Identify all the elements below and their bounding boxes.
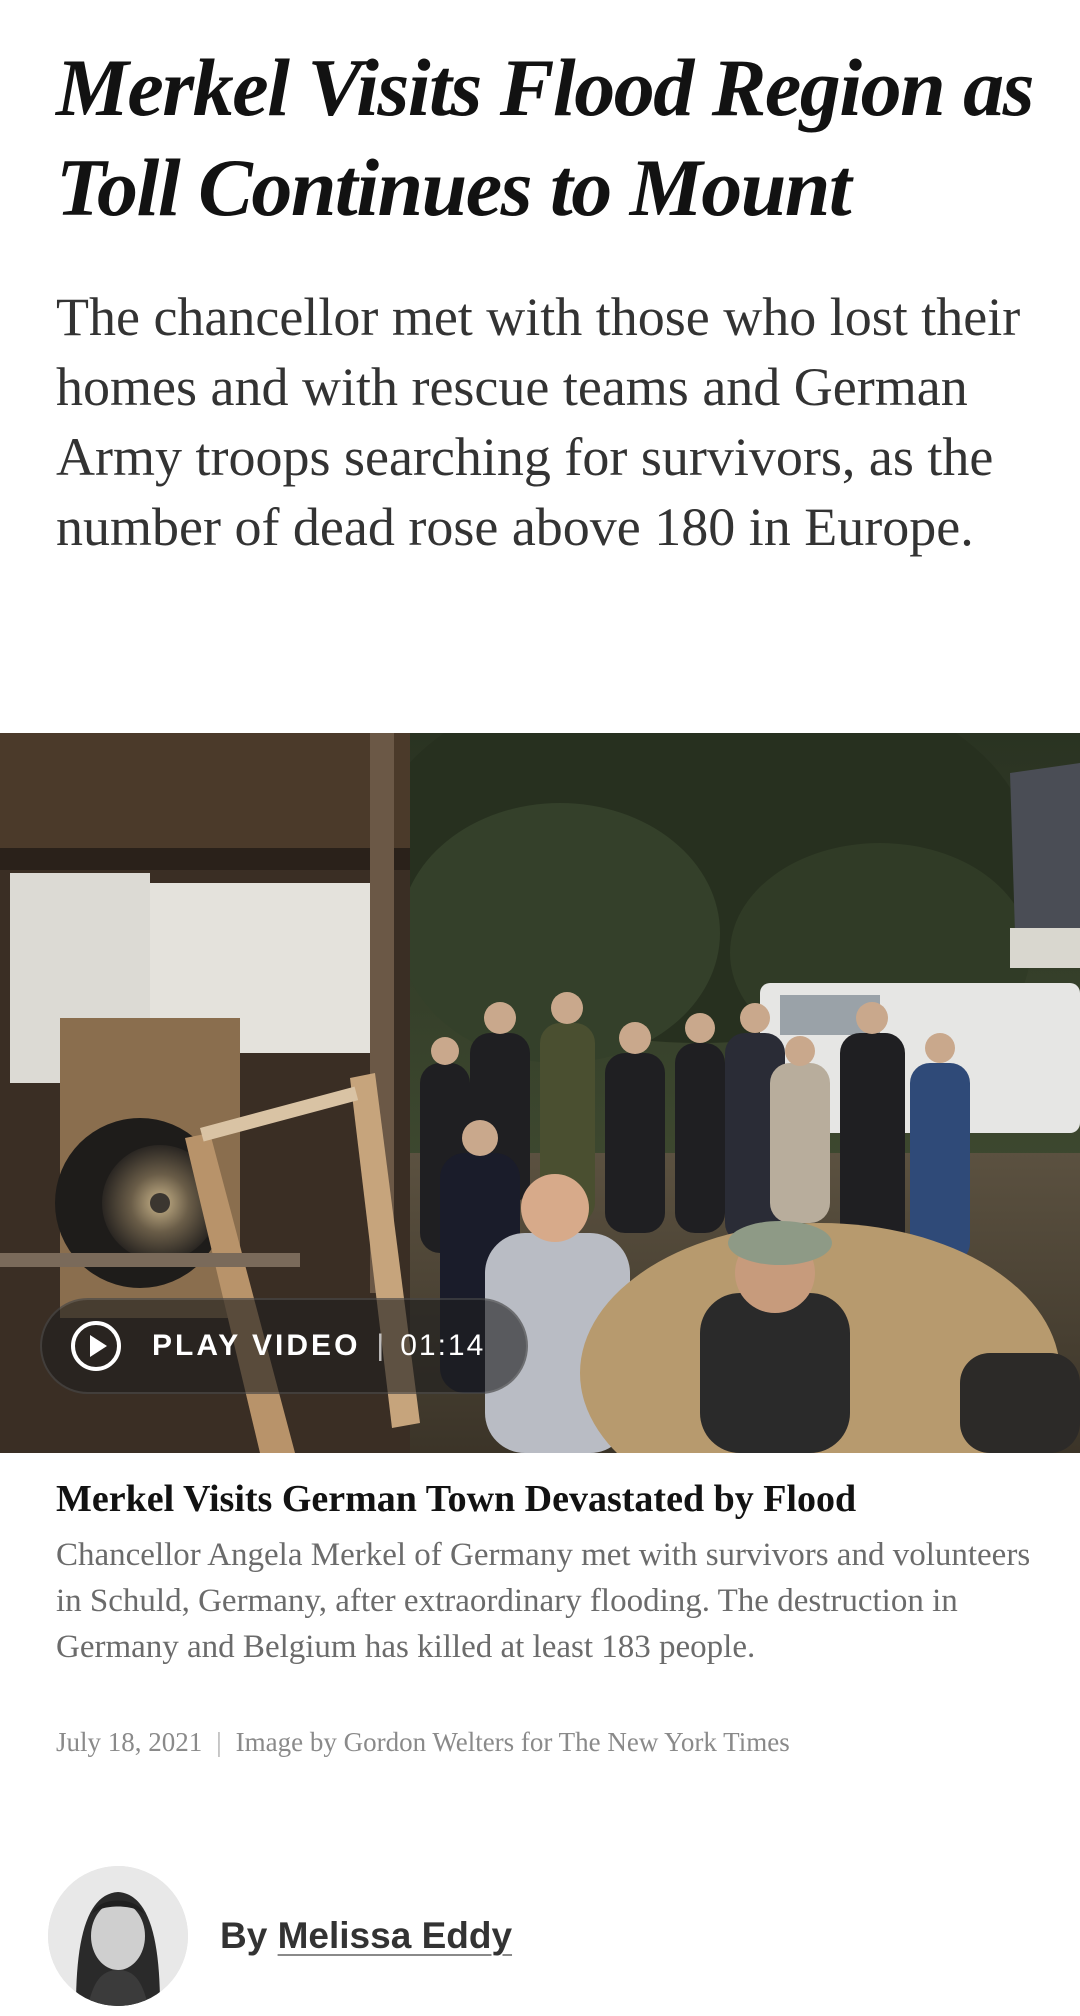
byline-prefix: By [220, 1915, 268, 1956]
video-date: July 18, 2021 [56, 1727, 203, 1757]
byline-text: By Melissa Eddy [220, 1915, 512, 1957]
image-credit: Image by Gordon Welters for The New York… [235, 1727, 790, 1757]
byline: By Melissa Eddy [48, 1866, 512, 2006]
article-headline: Merkel Visits Flood Region as Toll Conti… [56, 42, 1035, 233]
author-avatar[interactable] [48, 1866, 188, 2006]
video-player[interactable]: PLAY VIDEO | 01:14 [0, 733, 1080, 1453]
video-title: Merkel Visits German Town Devastated by … [56, 1478, 857, 1520]
author-link[interactable]: Melissa Eddy [278, 1915, 512, 1956]
play-separator: | [376, 1329, 385, 1362]
video-meta: July 18, 2021 | Image by Gordon Welters fo… [56, 1724, 790, 1760]
video-description: Chancellor Angela Merkel of Germany met … [56, 1537, 1031, 1665]
video-duration: 01:14 [400, 1329, 486, 1362]
meta-separator: | [216, 1727, 222, 1757]
play-circle-icon [70, 1320, 122, 1372]
play-video-button[interactable]: PLAY VIDEO | 01:14 [40, 1298, 528, 1394]
play-video-label: PLAY VIDEO [152, 1329, 361, 1362]
article-summary: The chancellor met with those who lost t… [56, 287, 1021, 557]
